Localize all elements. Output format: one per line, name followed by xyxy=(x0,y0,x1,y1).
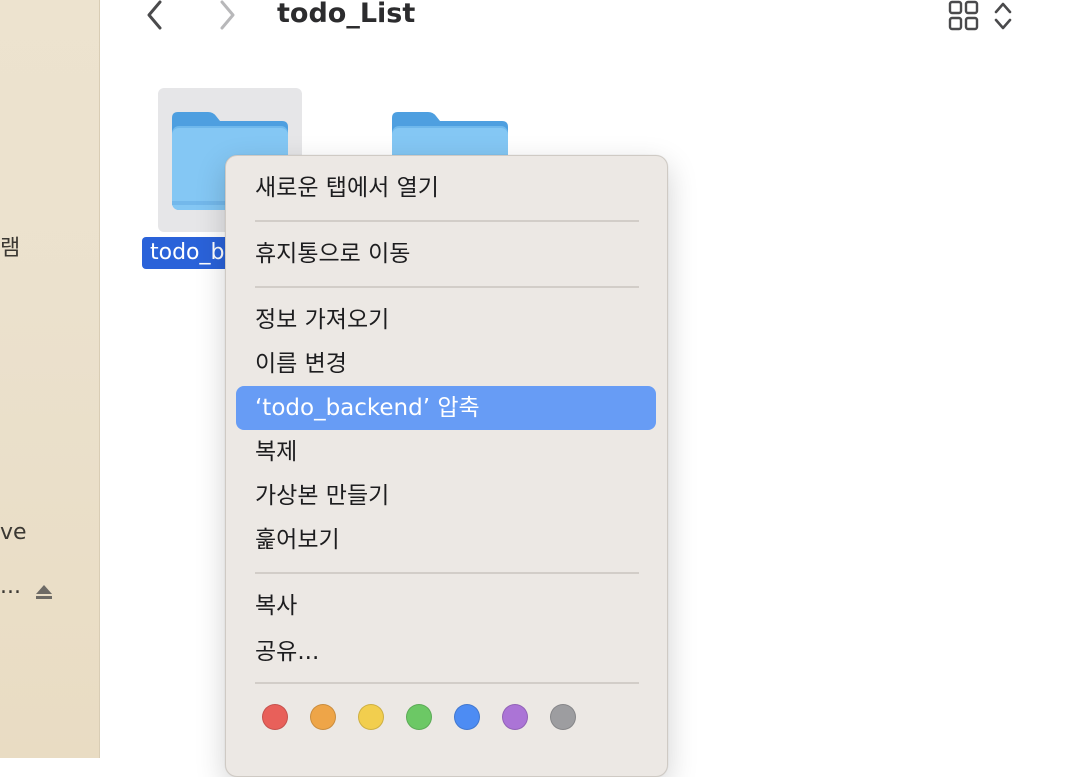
tag-yellow-icon[interactable] xyxy=(358,704,384,730)
menu-item-make-alias[interactable]: 가상본 만들기 xyxy=(236,474,656,518)
menu-item-move-to-trash[interactable]: 휴지통으로 이동 xyxy=(236,232,656,276)
tag-red-icon[interactable] xyxy=(262,704,288,730)
menu-item-open-in-new-tab[interactable]: 새로운 탭에서 열기 xyxy=(236,166,656,210)
tag-gray-icon[interactable] xyxy=(550,704,576,730)
menu-separator xyxy=(255,220,639,222)
forward-icon[interactable] xyxy=(215,0,239,30)
sidebar-item-label[interactable]: ... xyxy=(0,574,21,599)
back-icon[interactable] xyxy=(143,0,167,30)
menu-item-quick-look[interactable]: 훑어보기 xyxy=(236,518,656,562)
menu-separator xyxy=(255,572,639,574)
sidebar-item-label[interactable]: 램 xyxy=(0,230,20,262)
menu-item-share[interactable]: 공유... xyxy=(236,630,656,674)
menu-separator xyxy=(255,682,639,684)
menu-separator xyxy=(255,286,639,288)
menu-item-copy[interactable]: 복사 xyxy=(236,584,656,628)
sidebar-item-label[interactable]: ve xyxy=(0,520,27,545)
tag-purple-icon[interactable] xyxy=(502,704,528,730)
tag-orange-icon[interactable] xyxy=(310,704,336,730)
grid-view-icon[interactable] xyxy=(947,0,981,34)
chevron-up-down-icon[interactable] xyxy=(992,0,1014,34)
sidebar: 램 ve ... xyxy=(0,0,100,758)
menu-item-rename[interactable]: 이름 변경 xyxy=(236,342,656,386)
tag-green-icon[interactable] xyxy=(406,704,432,730)
menu-item-get-info[interactable]: 정보 가져오기 xyxy=(236,298,656,342)
window-title: todo_List xyxy=(277,0,416,29)
menu-item-duplicate[interactable]: 복제 xyxy=(236,430,656,474)
context-menu: 새로운 탭에서 열기 휴지통으로 이동 정보 가져오기 이름 변경 ‘todo_… xyxy=(225,155,668,777)
eject-icon[interactable] xyxy=(34,582,54,602)
tag-blue-icon[interactable] xyxy=(454,704,480,730)
menu-item-compress[interactable]: ‘todo_backend’ 압축 xyxy=(236,386,656,430)
